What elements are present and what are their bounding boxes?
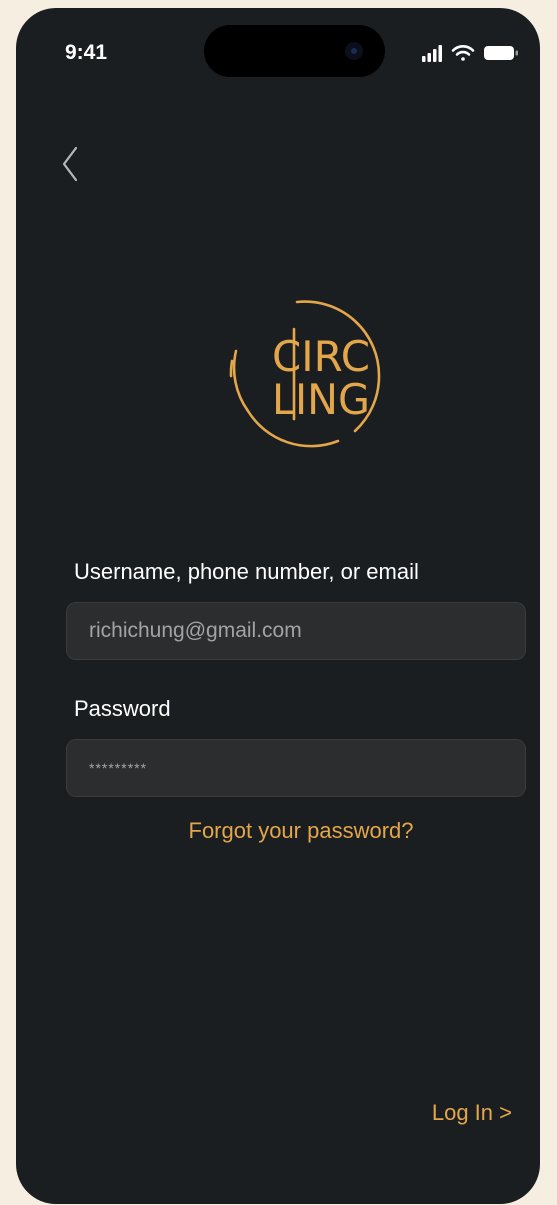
username-input[interactable] [66, 602, 526, 660]
wifi-icon [451, 45, 475, 61]
username-label: Username, phone number, or email [74, 559, 419, 584]
status-icons [422, 45, 518, 62]
signal-icon [422, 45, 442, 62]
password-input[interactable] [66, 739, 526, 797]
forgot-password-link[interactable]: Forgot your password? [16, 818, 540, 844]
logo-line1: CIRC [272, 332, 370, 381]
battery-icon [484, 46, 518, 60]
login-button[interactable]: Log In > [432, 1100, 512, 1126]
back-button[interactable] [58, 140, 92, 188]
circling-logo: CIRC LING [229, 300, 381, 448]
dynamic-island [204, 25, 385, 77]
chevron-left-icon [62, 146, 78, 182]
camera-icon [345, 42, 363, 60]
password-label: Password [74, 696, 171, 721]
status-time: 9:41 [65, 41, 108, 64]
logo-line2: LING [272, 375, 370, 424]
phone-screen: 9:41 CIRC LING Username, phone number, o… [16, 8, 540, 1204]
status-bar: 9:41 [16, 8, 540, 98]
